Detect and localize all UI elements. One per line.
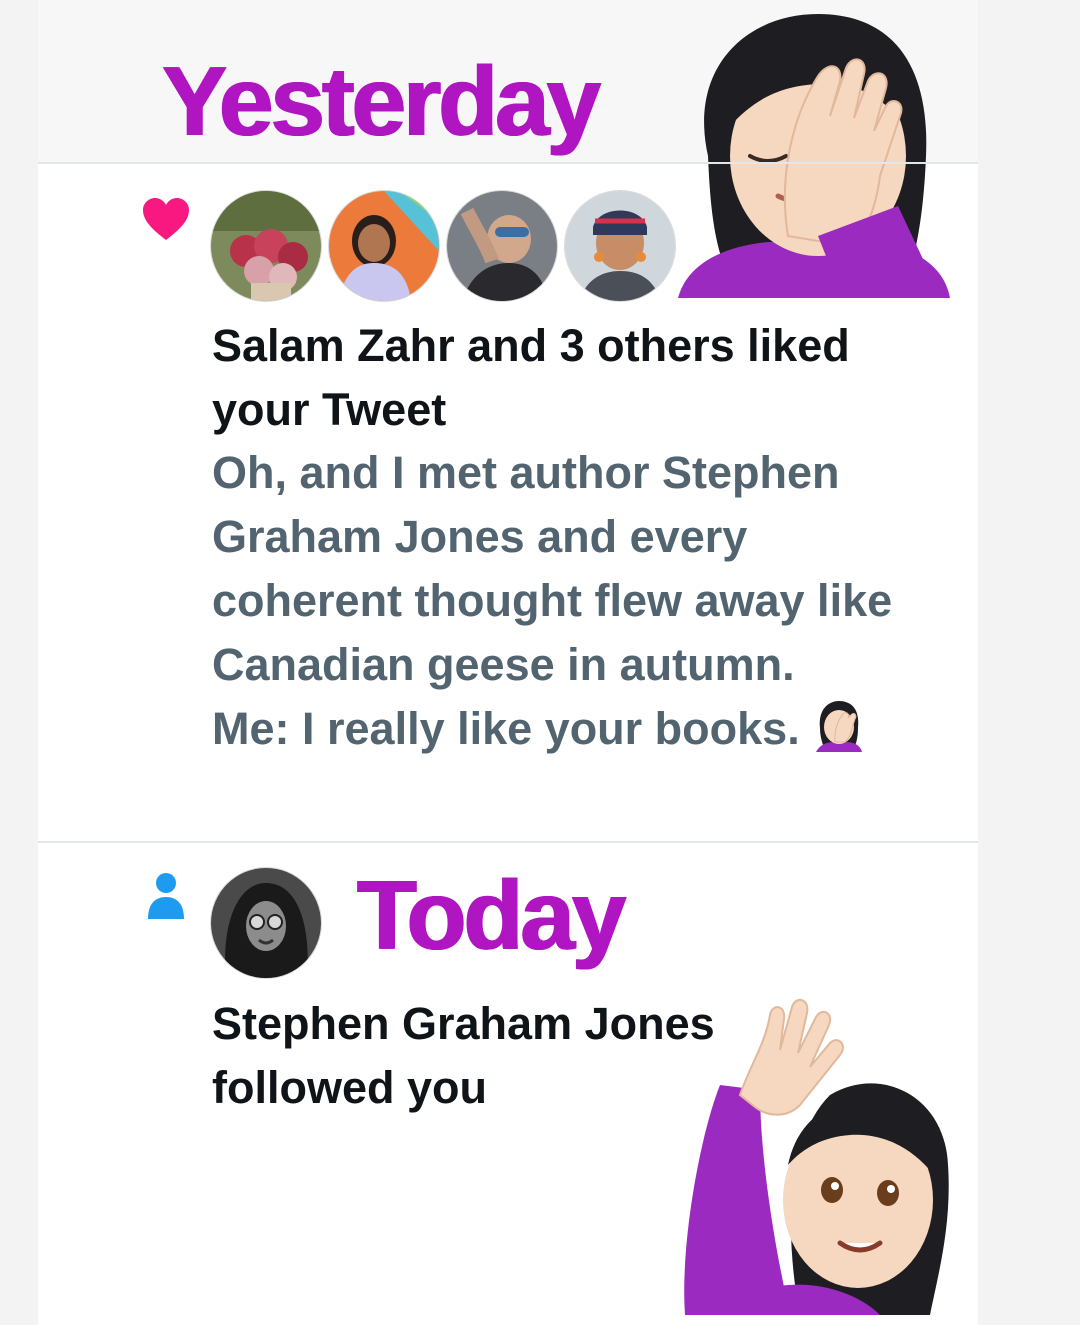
avatar-woman-headscarf[interactable] — [565, 191, 675, 301]
avatar-woman-sunglasses[interactable] — [447, 191, 557, 301]
heart-icon — [143, 198, 189, 240]
divider-top — [38, 162, 978, 164]
face-palm-emoji — [678, 14, 950, 298]
like-notification-line: Salam Zahr and 3 others liked your Tweet — [212, 320, 850, 435]
tweet-preview[interactable]: Oh, and I met author Stephen Graham Jone… — [212, 441, 932, 761]
avatar-woman-rainbow[interactable] — [329, 191, 439, 301]
divider-middle — [38, 841, 978, 843]
like-notification-text[interactable]: Salam Zahr and 3 others liked your Tweet — [212, 314, 932, 442]
face-palm-small-emoji — [815, 701, 862, 752]
person-icon — [148, 873, 184, 919]
avatar-radishes[interactable] — [211, 191, 321, 301]
follow-notification-line: Stephen Graham Jones followed you — [212, 998, 715, 1113]
tweet-preview-text: Oh, and I met author Stephen Graham Jone… — [212, 447, 893, 754]
today-heading: Today — [357, 860, 626, 970]
yesterday-heading: Yesterday — [162, 46, 601, 156]
avatar-man-long-hair[interactable] — [211, 868, 321, 978]
raising-hand-emoji — [684, 998, 949, 1315]
